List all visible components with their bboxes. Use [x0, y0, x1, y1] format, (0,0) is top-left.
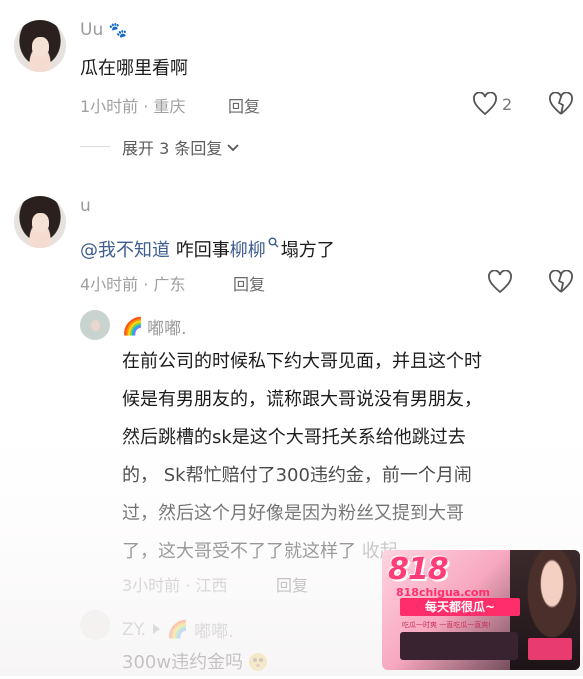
avatar[interactable] — [80, 610, 110, 640]
comment-username[interactable]: u — [80, 196, 91, 216]
flushed-face-icon — [248, 653, 267, 671]
reply-button[interactable]: 回复 — [228, 93, 260, 117]
reply-button[interactable]: 回复 — [233, 271, 265, 295]
reply-to-username[interactable]: 嘟嘟. — [194, 617, 233, 642]
search-link[interactable]: 柳柳 — [230, 240, 266, 261]
rainbow-icon: 🌈 — [122, 316, 144, 337]
rainbow-icon: 🌈 — [167, 619, 189, 640]
chevron-down-icon — [226, 138, 240, 157]
broken-heart-icon — [548, 92, 574, 116]
reply-location: 江西 — [195, 576, 228, 595]
reply-text: 在前公司的时候私下约大哥见面，并且这个时 候是有男朋友的，谎称跟大哥说没有男朋友… — [122, 351, 482, 562]
mention-link[interactable]: @我不知道 — [80, 240, 170, 261]
expand-divider — [80, 146, 110, 147]
comment-meta: 4小时前 · 广东 — [80, 275, 186, 294]
nested-reply-text: 300w违约金吗 — [122, 646, 267, 679]
comment-time: 1小时前 — [80, 97, 139, 116]
reply-time: 3小时前 — [122, 576, 181, 595]
like-button[interactable]: 2 — [472, 92, 512, 116]
reply-button[interactable]: 回复 — [276, 572, 308, 596]
dislike-button[interactable] — [548, 92, 574, 116]
nested-reply-header: ZY. 🌈 嘟嘟. — [122, 617, 234, 643]
comment-time: 4小时前 — [80, 275, 139, 294]
ad-overlay[interactable]: 818 818chigua.com 每天都很瓜~ 吃瓜一时爽 一直吃瓜一直爽! — [382, 550, 580, 670]
avatar[interactable] — [14, 20, 66, 72]
expand-replies-button[interactable]: 展开 3 条回复 — [122, 135, 240, 159]
ad-tag — [528, 638, 572, 660]
ad-info-box — [400, 632, 518, 660]
paw-icon: 🐾 — [108, 21, 128, 39]
avatar[interactable] — [80, 310, 110, 340]
comment-text: 瓜在哪里看啊 — [80, 58, 188, 79]
dislike-button[interactable] — [548, 270, 574, 294]
broken-heart-icon — [548, 270, 574, 294]
like-count: 2 — [502, 94, 513, 114]
reply-username[interactable]: 🌈 嘟嘟. — [122, 314, 187, 340]
nested-reply-username[interactable]: ZY. — [122, 620, 146, 640]
ad-banner: 每天都很瓜~ — [400, 598, 520, 616]
comment-location: 重庆 — [153, 97, 186, 116]
ad-small-text: 吃瓜一时爽 一直吃瓜一直爽! — [402, 621, 492, 629]
reply-arrow-icon — [152, 620, 161, 640]
comment-meta: 1小时前 · 重庆 — [80, 97, 186, 116]
ad-logo: 818 — [388, 552, 449, 587]
heart-icon — [487, 270, 513, 294]
like-button[interactable] — [487, 270, 513, 294]
comment-username[interactable]: Uu 🐾 — [80, 20, 127, 40]
heart-icon — [472, 92, 498, 116]
comment-location: 广东 — [153, 275, 186, 294]
avatar[interactable] — [14, 196, 66, 248]
reply-meta: 3小时前 · 江西 — [122, 576, 228, 595]
search-icon — [268, 226, 279, 259]
comment-text: @我不知道 咋回事柳柳 塌方了 — [80, 226, 335, 267]
